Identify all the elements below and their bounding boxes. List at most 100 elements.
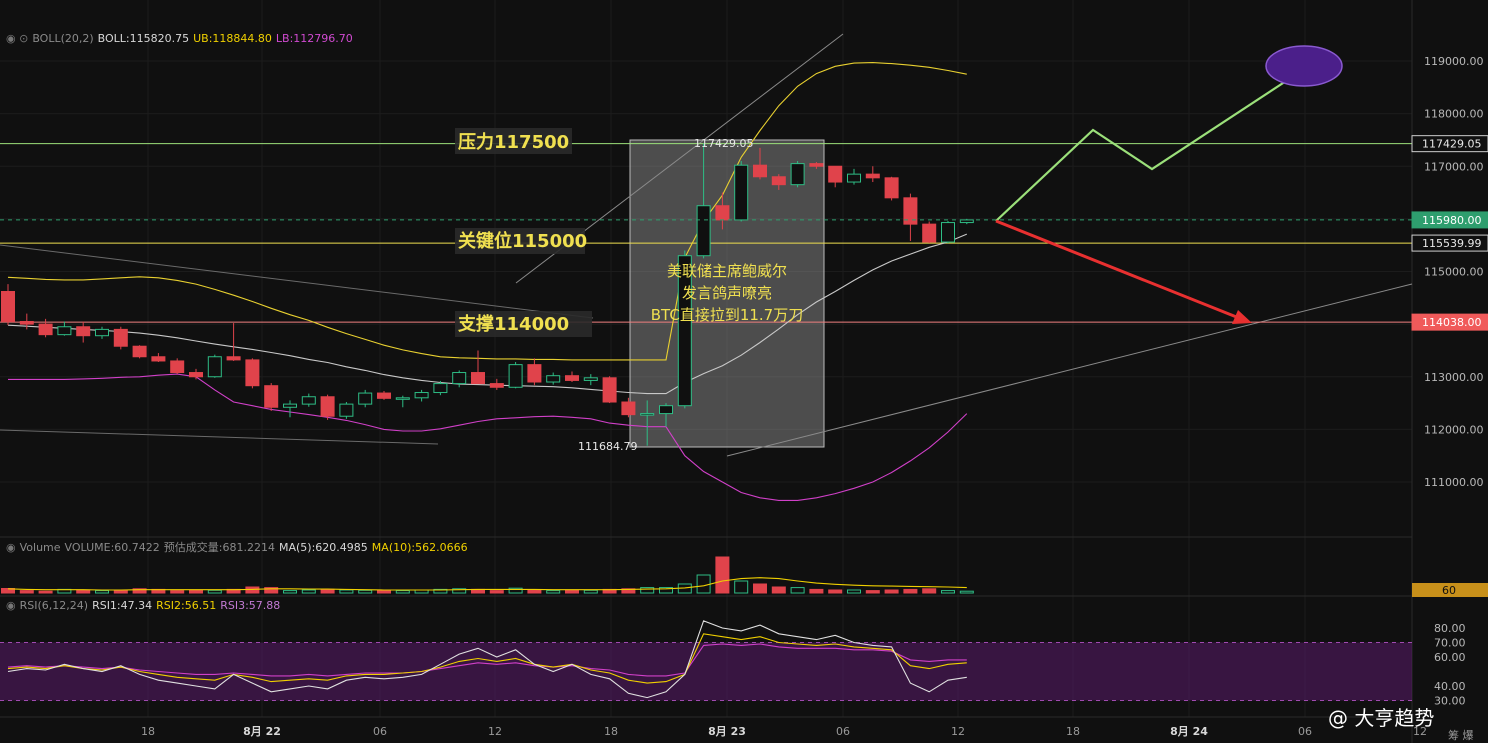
volume-bar	[207, 589, 222, 594]
volume-bar	[377, 589, 391, 594]
volume-bar	[527, 589, 542, 594]
candle-down	[471, 372, 485, 385]
candle-up	[95, 328, 109, 337]
candle-down	[76, 326, 91, 337]
candle-down	[189, 372, 203, 378]
candle-up	[57, 326, 72, 336]
rsi-overbought-band	[0, 642, 1412, 701]
candle-down	[884, 177, 899, 199]
volume-bar	[828, 589, 843, 594]
volume-bar	[546, 590, 561, 594]
volume-bar	[903, 588, 918, 594]
eye-icon[interactable]: ◉ ⊙	[6, 32, 28, 45]
time-tick-label: 18	[604, 725, 618, 738]
volume-name[interactable]: Volume	[20, 541, 61, 554]
volume-bar	[809, 588, 824, 594]
volume-bar	[189, 589, 203, 594]
volume-bar	[790, 587, 805, 594]
candle-up	[941, 222, 955, 243]
eye-icon[interactable]: ◉	[6, 599, 16, 612]
time-tick-label: 8月 24	[1170, 725, 1208, 738]
price-tick-label: 112000.00	[1424, 423, 1484, 436]
candle-down	[113, 328, 128, 347]
candle-down	[1, 290, 15, 322]
volume-bar	[847, 589, 861, 594]
candle-down	[19, 320, 34, 325]
volume-bar	[565, 589, 579, 594]
price-tick-label: 119000.00	[1424, 55, 1484, 68]
volume-bar	[301, 589, 316, 594]
rsi-band	[0, 642, 1412, 701]
candle-up	[508, 364, 523, 388]
candle-down	[245, 359, 260, 387]
volume-header: ◉ Volume VOLUME:60.7422 预估成交量:681.2214 MA(5)…	[6, 539, 472, 555]
low-price-label: 111684.79	[578, 440, 638, 453]
time-tick-label: 12	[488, 725, 502, 738]
candle-up	[395, 397, 410, 400]
trading-chart[interactable]: 压力117500 关键位115000 支撑114000 美联储主席鲍威尔 发言鸽…	[0, 0, 1488, 743]
volume-bar	[884, 589, 899, 594]
candle-down	[809, 163, 824, 167]
candle-down	[602, 377, 617, 403]
candle-down	[38, 323, 53, 336]
volume-bar	[865, 590, 880, 594]
rsi-tick-label: 40.00	[1434, 680, 1466, 693]
price-tick-label: 118000.00	[1424, 108, 1484, 121]
candle-down	[170, 360, 185, 374]
volume-bar	[170, 590, 185, 594]
rsi-tick-label: 60.00	[1434, 651, 1466, 664]
volume-ma5: MA(5):620.4985	[279, 541, 368, 554]
volume-bar	[640, 587, 655, 594]
price-tick-label: 111000.00	[1424, 476, 1484, 489]
candle-down	[922, 223, 937, 243]
volume-bar	[771, 586, 786, 594]
boll-value: BOLL:115820.75	[97, 32, 190, 45]
candle-down	[753, 164, 767, 178]
rsi-tick-label: 30.00	[1434, 695, 1466, 708]
volume-bar	[76, 589, 91, 594]
volume-bar	[922, 588, 937, 594]
pressure-label: 压力117500	[458, 132, 569, 153]
boll-name[interactable]: BOLL(20,2)	[32, 32, 93, 45]
candle-down	[320, 396, 335, 417]
watermark: @ 大亨趋势	[1328, 706, 1434, 730]
price-tick-label: 113000.00	[1424, 371, 1484, 384]
rsi-name[interactable]: RSI(6,12,24)	[20, 599, 88, 612]
candle-down	[489, 383, 504, 388]
price-tag-label: 114038.00	[1422, 316, 1482, 329]
boll-lb-value: LB:112796.70	[275, 32, 353, 45]
volume-bar	[395, 590, 410, 594]
candle-up	[358, 392, 373, 405]
rsi-tick-label: 70.00	[1434, 637, 1466, 650]
rsi2-value: RSI2:56.51	[156, 599, 217, 612]
volume-bar	[959, 590, 974, 594]
candle-down	[621, 401, 636, 416]
candle-up	[339, 403, 354, 417]
time-tick-label: 18	[1066, 725, 1080, 738]
volume-bar	[320, 588, 335, 594]
candle-up	[640, 413, 655, 416]
volume-value: VOLUME:60.7422	[64, 541, 160, 554]
price-tag-label: 115539.99	[1422, 237, 1482, 250]
volume-bar	[489, 590, 504, 594]
price-tag-label: 115980.00	[1422, 214, 1482, 227]
price-tick-label: 115000.00	[1424, 266, 1484, 279]
volume-bar	[753, 583, 767, 594]
time-tick-label: 06	[836, 725, 850, 738]
candle-up	[659, 405, 673, 415]
rsi-header: ◉ RSI(6,12,24) RSI1:47.34 RSI2:56.51 RSI3:57…	[6, 599, 284, 612]
eye-icon[interactable]: ◉	[6, 541, 16, 554]
candle-down	[828, 165, 843, 183]
volume-bar	[339, 589, 354, 594]
key-level-label: 关键位115000	[458, 230, 587, 252]
corner-text: 筹 爆	[1448, 728, 1474, 742]
candle-up	[734, 164, 749, 221]
volume-bar	[941, 590, 955, 594]
candle-up	[207, 356, 222, 378]
candle-down	[771, 176, 786, 186]
volume-estimate: 预估成交量:681.2214	[163, 541, 275, 554]
volume-bar	[19, 590, 34, 594]
candle-down	[132, 345, 147, 358]
high-price-label: 117429.05	[694, 137, 754, 150]
candle-up	[301, 396, 316, 405]
